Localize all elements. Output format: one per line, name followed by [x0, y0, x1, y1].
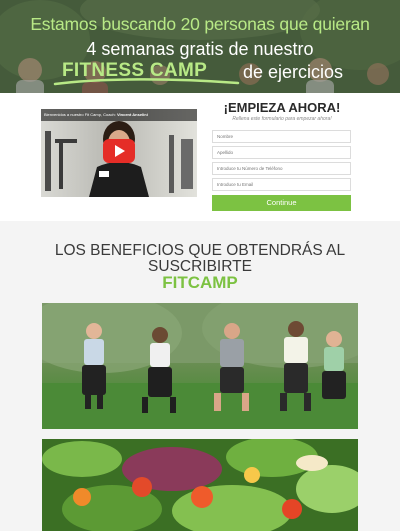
nombre-field[interactable]	[212, 130, 351, 143]
group-fitness-illustration	[42, 303, 358, 429]
hero-headline-line3: FITNESS CAMP de ejercicios	[0, 60, 400, 86]
telefono-field[interactable]	[212, 162, 351, 175]
video-player[interactable]: Bienvenidos a nuestro Fit Camp, Coach: V…	[41, 109, 197, 197]
salad-photo	[42, 439, 358, 531]
benefits-brand: FITCAMP	[162, 273, 238, 292]
email-field[interactable]	[212, 178, 351, 191]
benefits-title: LOS BENEFICIOS QUE OBTENDRÁS AL SUSCRIBI…	[54, 242, 346, 275]
continue-button[interactable]: Continue	[212, 195, 351, 211]
hero-banner: Estamos buscando 20 personas que quieran…	[0, 0, 400, 93]
video-caption-prefix: Bienvenidos a nuestro Fit Camp, Coach:	[44, 112, 116, 117]
hero-line3-end: de ejercicios	[243, 62, 344, 82]
hero-headline-line2: 4 semanas gratis de nuestro	[86, 39, 314, 59]
youtube-play-icon[interactable]	[103, 139, 135, 163]
form-subtitle: Rellena este formulario para empezar aho…	[232, 116, 332, 122]
salad-illustration	[42, 439, 358, 531]
signup-section: Bienvenidos a nuestro Fit Camp, Coach: V…	[0, 93, 400, 221]
form-title: ¡EMPIEZA AHORA!	[223, 100, 341, 115]
underline-swoosh-icon	[53, 78, 240, 86]
group-fitness-photo	[42, 303, 358, 429]
benefits-section: LOS BENEFICIOS QUE OBTENDRÁS AL SUSCRIBI…	[0, 221, 400, 531]
video-caption: Bienvenidos a nuestro Fit Camp, Coach: V…	[41, 109, 197, 121]
apellido-field[interactable]	[212, 146, 351, 159]
hero-headline-line1: Estamos buscando 20 personas que quieran	[30, 14, 370, 34]
video-caption-coach: Vincent Anselini	[116, 112, 148, 117]
